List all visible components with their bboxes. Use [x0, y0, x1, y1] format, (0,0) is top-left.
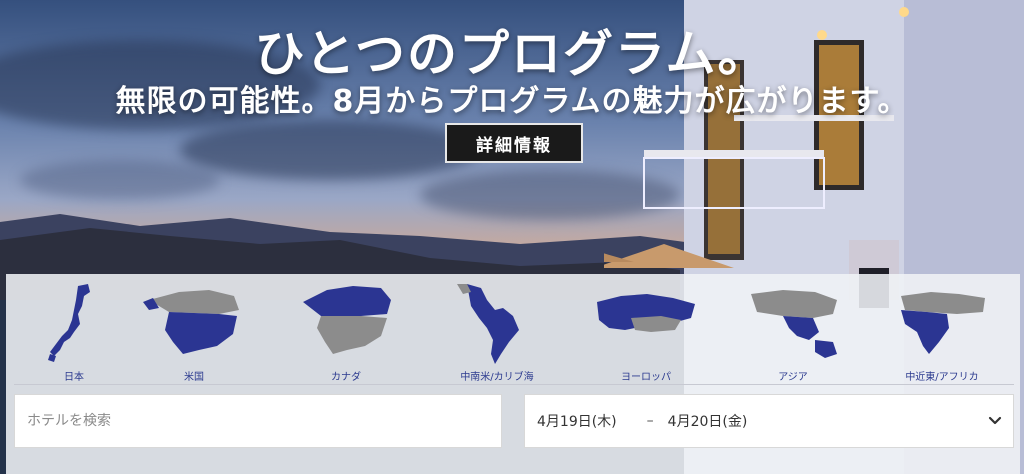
- date-separator: –: [646, 413, 654, 429]
- region-japan[interactable]: 日本: [34, 280, 114, 384]
- region-selector: 日本 米国 カナダ 中南米/カリブ海 ヨーロッパ アジア 中近東/アフリカ: [6, 280, 1020, 384]
- middle-east-africa-map-icon: [901, 292, 985, 354]
- date-range-selector[interactable]: 4月19日(木) – 4月20日(金): [524, 394, 1014, 448]
- region-label-japan: 日本: [64, 372, 84, 383]
- region-canada[interactable]: カナダ: [286, 280, 406, 384]
- canada-map-icon: [303, 286, 391, 354]
- region-label-usa: 米国: [184, 372, 204, 383]
- japan-map-icon: [48, 284, 90, 362]
- region-latin-america[interactable]: 中南米/カリブ海: [442, 280, 552, 384]
- hotel-search-box[interactable]: [14, 394, 502, 448]
- hotel-search-input[interactable]: [25, 412, 489, 430]
- europe-map-icon: [597, 294, 695, 332]
- region-europe[interactable]: ヨーロッパ: [586, 280, 706, 384]
- panel-divider: [14, 384, 1014, 385]
- hero-subhead: 無限の可能性。8月からプログラムの魅力が広がります。: [115, 84, 909, 119]
- region-usa[interactable]: 米国: [134, 280, 254, 384]
- region-label-latin-america: 中南米/カリブ海: [460, 372, 534, 383]
- region-middle-east-africa[interactable]: 中近東/アフリカ: [882, 280, 1002, 384]
- checkout-date: 4月20日(金): [667, 414, 748, 430]
- region-label-canada: カナダ: [331, 372, 361, 383]
- usa-map-icon: [143, 290, 239, 354]
- region-label-middle-east-africa: 中近東/アフリカ: [905, 372, 979, 383]
- latin-america-map-icon: [457, 284, 519, 364]
- asia-map-icon: [751, 290, 837, 358]
- more-info-button[interactable]: 詳細情報: [445, 123, 583, 163]
- region-label-asia: アジア: [778, 372, 808, 383]
- checkin-date: 4月19日(木): [537, 414, 617, 430]
- region-asia[interactable]: アジア: [738, 280, 848, 384]
- chevron-down-icon[interactable]: [987, 412, 1003, 428]
- region-label-europe: ヨーロッパ: [621, 372, 671, 383]
